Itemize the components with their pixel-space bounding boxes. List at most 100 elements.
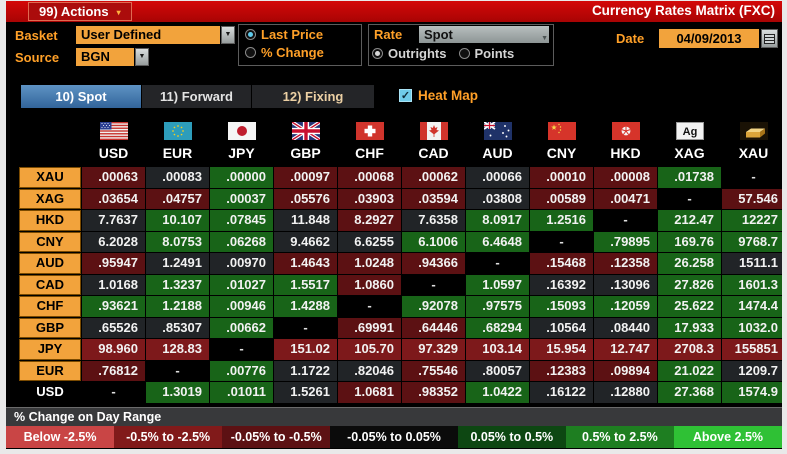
cell-usd-jpy[interactable]: .01011 [210,382,273,403]
cell-cad-aud[interactable]: 1.0597 [466,274,529,295]
cell-aud-chf[interactable]: 1.0248 [338,253,401,274]
source-select[interactable]: BGN [76,48,134,66]
rate-mode-radio-icon[interactable] [458,48,470,59]
cell-eur-aud[interactable]: .80057 [466,360,529,381]
cell-xau-aud[interactable]: .00066 [466,167,529,188]
row-label-aud[interactable]: AUD [19,253,81,274]
cell-jpy-aud[interactable]: 103.14 [466,339,529,360]
row-label-xag[interactable]: XAG [19,188,81,209]
cell-cny-usd[interactable]: 6.2028 [82,231,145,252]
row-label-cny[interactable]: CNY [19,231,81,252]
cell-eur-cny[interactable]: .12383 [530,360,593,381]
cell-chf-hkd[interactable]: .12059 [594,296,657,317]
cell-eur-chf[interactable]: .82046 [338,360,401,381]
cell-aud-eur[interactable]: 1.2491 [146,253,209,274]
cell-chf-chf[interactable]: - [338,296,401,317]
cell-gbp-xag[interactable]: 17.933 [658,317,721,338]
cell-aud-cny[interactable]: .15468 [530,253,593,274]
cell-cny-hkd[interactable]: .79895 [594,231,657,252]
cell-jpy-chf[interactable]: 105.70 [338,339,401,360]
cell-cad-chf[interactable]: 1.0860 [338,274,401,295]
cell-gbp-cny[interactable]: .10564 [530,317,593,338]
source-select-caret-icon[interactable]: ▼ [135,48,149,66]
cell-usd-xag[interactable]: 27.368 [658,382,721,403]
cell-cny-eur[interactable]: 8.0753 [146,231,209,252]
rate-mode-option-outrights[interactable]: Outrights [372,46,447,61]
cell-cad-jpy[interactable]: .01027 [210,274,273,295]
row-label-gbp[interactable]: GBP [19,317,81,338]
row-label-chf[interactable]: CHF [19,296,81,317]
row-label-hkd[interactable]: HKD [19,210,81,231]
cell-hkd-chf[interactable]: 8.2927 [338,210,401,231]
cell-xag-usd[interactable]: .03654 [82,188,145,209]
cell-xau-jpy[interactable]: .00000 [210,167,273,188]
cell-xag-jpy[interactable]: .00037 [210,188,273,209]
cell-usd-aud[interactable]: 1.0422 [466,382,529,403]
cell-gbp-cad[interactable]: .64446 [402,317,465,338]
cell-cny-cad[interactable]: 6.1006 [402,231,465,252]
cell-cad-gbp[interactable]: 1.5517 [274,274,337,295]
cell-eur-usd[interactable]: .76812 [82,360,145,381]
cell-xag-cny[interactable]: .00589 [530,188,593,209]
cell-chf-gbp[interactable]: 1.4288 [274,296,337,317]
cell-aud-usd[interactable]: .95947 [82,253,145,274]
cell-aud-cad[interactable]: .94366 [402,253,465,274]
row-label-eur[interactable]: EUR [19,360,81,381]
cell-cad-cad[interactable]: - [402,274,465,295]
cell-cny-jpy[interactable]: .06268 [210,231,273,252]
cell-eur-gbp[interactable]: 1.1722 [274,360,337,381]
cell-hkd-jpy[interactable]: .07845 [210,210,273,231]
date-input[interactable]: 04/09/2013 [659,29,759,48]
cell-cny-cny[interactable]: - [530,231,593,252]
cell-eur-hkd[interactable]: .09894 [594,360,657,381]
cell-xau-xag[interactable]: .01738 [658,167,721,188]
cell-usd-eur[interactable]: 1.3019 [146,382,209,403]
cell-xag-eur[interactable]: .04757 [146,188,209,209]
cell-cad-hkd[interactable]: .13096 [594,274,657,295]
basket-select-caret-icon[interactable]: ▼ [221,26,235,44]
cell-xau-xau[interactable]: - [722,167,782,188]
cell-jpy-xag[interactable]: 2708.3 [658,339,721,360]
cell-usd-usd[interactable]: - [82,382,145,403]
cell-jpy-cny[interactable]: 15.954 [530,339,593,360]
cell-cad-xau[interactable]: 1601.3 [722,274,782,295]
cell-xau-eur[interactable]: .00083 [146,167,209,188]
cell-aud-xau[interactable]: 1511.1 [722,253,782,274]
cell-usd-cny[interactable]: .16122 [530,382,593,403]
cell-chf-usd[interactable]: .93621 [82,296,145,317]
cell-hkd-gbp[interactable]: 11.848 [274,210,337,231]
cell-jpy-eur[interactable]: 128.83 [146,339,209,360]
cell-gbp-gbp[interactable]: - [274,317,337,338]
cell-usd-xau[interactable]: 1574.9 [722,382,782,403]
cell-gbp-chf[interactable]: .69991 [338,317,401,338]
cell-xag-cad[interactable]: .03594 [402,188,465,209]
cell-cad-cny[interactable]: .16392 [530,274,593,295]
cell-cny-chf[interactable]: 6.6255 [338,231,401,252]
row-label-cad[interactable]: CAD [19,274,81,295]
cell-xau-chf[interactable]: .00068 [338,167,401,188]
cell-jpy-xau[interactable]: 155851 [722,339,782,360]
cell-hkd-xag[interactable]: 212.47 [658,210,721,231]
cell-chf-xau[interactable]: 1474.4 [722,296,782,317]
heatmap-toggle[interactable]: ✓ Heat Map [399,88,478,103]
cell-eur-eur[interactable]: - [146,360,209,381]
cell-jpy-usd[interactable]: 98.960 [82,339,145,360]
tab-10-spot[interactable]: 10) Spot [21,85,141,108]
cell-usd-hkd[interactable]: .12880 [594,382,657,403]
cell-jpy-hkd[interactable]: 12.747 [594,339,657,360]
cell-hkd-hkd[interactable]: - [594,210,657,231]
row-label-xau[interactable]: XAU [19,167,81,188]
cell-xag-hkd[interactable]: .00471 [594,188,657,209]
price-mode-option-change[interactable]: % Change [245,45,324,60]
cell-chf-eur[interactable]: 1.2188 [146,296,209,317]
cell-cad-usd[interactable]: 1.0168 [82,274,145,295]
cell-xag-gbp[interactable]: .05576 [274,188,337,209]
cell-xau-cny[interactable]: .00010 [530,167,593,188]
cell-xau-gbp[interactable]: .00097 [274,167,337,188]
cell-jpy-jpy[interactable]: - [210,339,273,360]
cell-eur-jpy[interactable]: .00776 [210,360,273,381]
cell-chf-xag[interactable]: 25.622 [658,296,721,317]
actions-menu-button[interactable]: 99) Actions ▾ [28,2,132,21]
cell-hkd-usd[interactable]: 7.7637 [82,210,145,231]
cell-xag-xau[interactable]: 57.546 [722,188,782,209]
